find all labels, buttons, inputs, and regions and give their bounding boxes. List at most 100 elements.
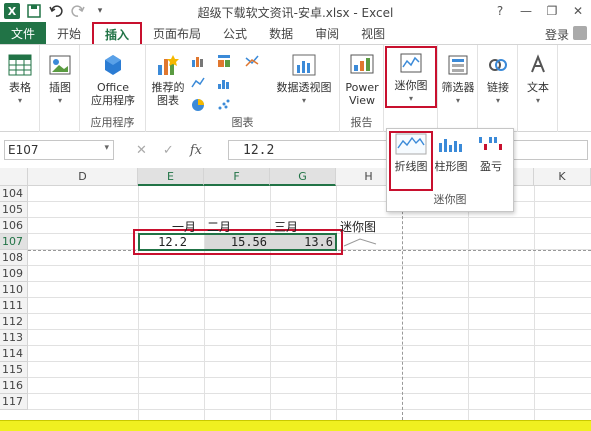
row-header-116[interactable]: 116 — [0, 378, 28, 394]
line-chart-icon[interactable] — [190, 75, 206, 91]
restore-button[interactable]: ❐ — [539, 0, 565, 22]
tab-data[interactable]: 数据 — [258, 22, 304, 44]
help-button[interactable]: ? — [487, 0, 513, 22]
gridline — [534, 186, 535, 425]
row-header-108[interactable]: 108 — [0, 250, 28, 266]
row-header-117[interactable]: 117 — [0, 394, 28, 410]
table-icon — [6, 51, 34, 79]
cancel-icon[interactable]: ✕ — [136, 143, 147, 158]
sparkline-line-highlight — [389, 131, 433, 191]
sparklines-dropdown: 折线图 柱形图 盈亏 迷你图 — [386, 128, 514, 212]
column-header-k[interactable]: K — [534, 168, 591, 186]
group-sparklines: 迷你图 ▾ — [384, 45, 438, 132]
row-header-115[interactable]: 115 — [0, 362, 28, 378]
row-header-109[interactable]: 109 — [0, 266, 28, 282]
insert-function-icon[interactable]: fx — [190, 143, 202, 158]
pivotchart-label: 数据透视图 — [276, 81, 332, 94]
pie-chart-icon[interactable] — [190, 97, 206, 113]
formula-controls: ✕ ✓ fx — [126, 140, 226, 160]
cell-h106[interactable]: 迷你图 — [338, 218, 398, 234]
ribbon-tab-bar: 文件 开始 插入 页面布局 公式 数据 审阅 视图 登录 — [0, 22, 591, 44]
pivotchart-icon — [290, 51, 318, 79]
group-charts: 推荐的 图表 数据透视图 ▾ 图表 — [146, 45, 340, 132]
row-header-110[interactable]: 110 — [0, 282, 28, 298]
row-header-114[interactable]: 114 — [0, 346, 28, 362]
customize-icon[interactable]: ▾ — [92, 3, 108, 19]
gridline — [28, 297, 591, 298]
row-header-105[interactable]: 105 — [0, 202, 28, 218]
tab-home[interactable]: 开始 — [46, 22, 92, 44]
pivotchart-button[interactable]: 数据透视图 ▾ — [270, 51, 338, 107]
row-header-111[interactable]: 111 — [0, 298, 28, 314]
sparkline-column-icon — [439, 139, 462, 152]
scatter-chart-icon[interactable] — [216, 97, 232, 113]
enter-icon[interactable]: ✓ — [163, 143, 174, 158]
sparkline-winloss-button[interactable]: 盈亏 — [471, 133, 511, 174]
redo-icon[interactable] — [70, 3, 86, 19]
gridline — [28, 361, 591, 362]
links-button[interactable]: 链接 ▾ — [480, 51, 516, 107]
slicer-icon — [444, 51, 472, 79]
row-header-112[interactable]: 112 — [0, 314, 28, 330]
tab-file[interactable]: 文件 — [0, 22, 46, 44]
column-header-e[interactable]: E — [138, 168, 204, 186]
text-box-icon — [524, 51, 552, 79]
tab-view[interactable]: 视图 — [350, 22, 396, 44]
cell-g106[interactable]: 三月 — [272, 218, 312, 234]
gridline — [270, 186, 271, 425]
tab-insert[interactable]: 插入 — [92, 22, 143, 44]
sparkline-preview — [343, 238, 377, 247]
undo-icon[interactable] — [48, 3, 64, 19]
recommended-charts-button[interactable]: 推荐的 图表 — [148, 51, 188, 107]
link-icon — [484, 51, 512, 79]
tab-review[interactable]: 审阅 — [304, 22, 350, 44]
minimize-button[interactable]: — — [513, 0, 539, 22]
save-icon[interactable] — [26, 3, 42, 19]
row-header-104[interactable]: 104 — [0, 186, 28, 202]
chevron-down-icon: ▾ — [301, 96, 306, 105]
excel-app-icon: X — [4, 3, 20, 19]
group-text: 文本 ▾ — [518, 45, 558, 132]
column-header-f[interactable]: F — [204, 168, 270, 186]
group-illustrations: 插图 ▾ — [40, 45, 80, 132]
cell-f106[interactable]: 二月 — [205, 218, 245, 234]
power-view-label-1: Power — [345, 81, 379, 94]
recommended-charts-label-2: 图表 — [157, 94, 179, 107]
sparkline-winloss-label: 盈亏 — [480, 160, 502, 173]
name-box[interactable]: E107 ▾ — [4, 140, 114, 160]
table-button[interactable]: 表格 ▾ — [4, 51, 36, 107]
text-button[interactable]: 文本 ▾ — [520, 51, 556, 107]
cell-e107[interactable]: 12.2 — [138, 234, 190, 250]
group-apps: Office 应用程序 应用程序 — [80, 45, 146, 132]
close-button[interactable]: ✕ — [565, 0, 591, 22]
tab-page-layout[interactable]: 页面布局 — [142, 22, 212, 44]
illustrations-button[interactable]: 插图 ▾ — [44, 51, 76, 107]
cell-g107[interactable]: 13.6 — [270, 234, 336, 250]
row-header-113[interactable]: 113 — [0, 330, 28, 346]
tab-formulas[interactable]: 公式 — [212, 22, 258, 44]
chevron-down-icon: ▾ — [535, 96, 540, 105]
statistic-chart-icon[interactable] — [216, 75, 232, 91]
avatar[interactable] — [573, 26, 587, 40]
combo-chart-icon[interactable] — [244, 53, 260, 69]
row-header-107[interactable]: 107 — [0, 234, 28, 250]
row-header-106[interactable]: 106 — [0, 218, 28, 234]
power-view-button[interactable]: Power View — [342, 51, 382, 107]
office-apps-button[interactable]: Office 应用程序 — [82, 51, 144, 107]
text-label: 文本 — [527, 81, 549, 94]
office-store-icon — [99, 51, 127, 79]
select-all-corner[interactable] — [0, 168, 28, 186]
sparkline-group-label: 迷你图 — [433, 193, 467, 206]
chevron-down-icon[interactable]: ▾ — [104, 143, 109, 153]
illustrations-button-label: 插图 — [49, 81, 71, 94]
hierarchy-chart-icon[interactable] — [216, 53, 232, 69]
sparkline-column-button[interactable]: 柱形图 — [431, 133, 471, 174]
cell-f107[interactable]: 15.56 — [204, 234, 270, 250]
filters-button[interactable]: 筛选器 ▾ — [440, 51, 476, 107]
column-header-g[interactable]: G — [270, 168, 336, 186]
cell-e106[interactable]: 一月 — [170, 218, 210, 234]
column-header-d[interactable]: D — [28, 168, 138, 186]
gridline — [28, 329, 591, 330]
login-link[interactable]: 登录 — [545, 26, 569, 43]
column-chart-icon[interactable] — [190, 53, 206, 69]
